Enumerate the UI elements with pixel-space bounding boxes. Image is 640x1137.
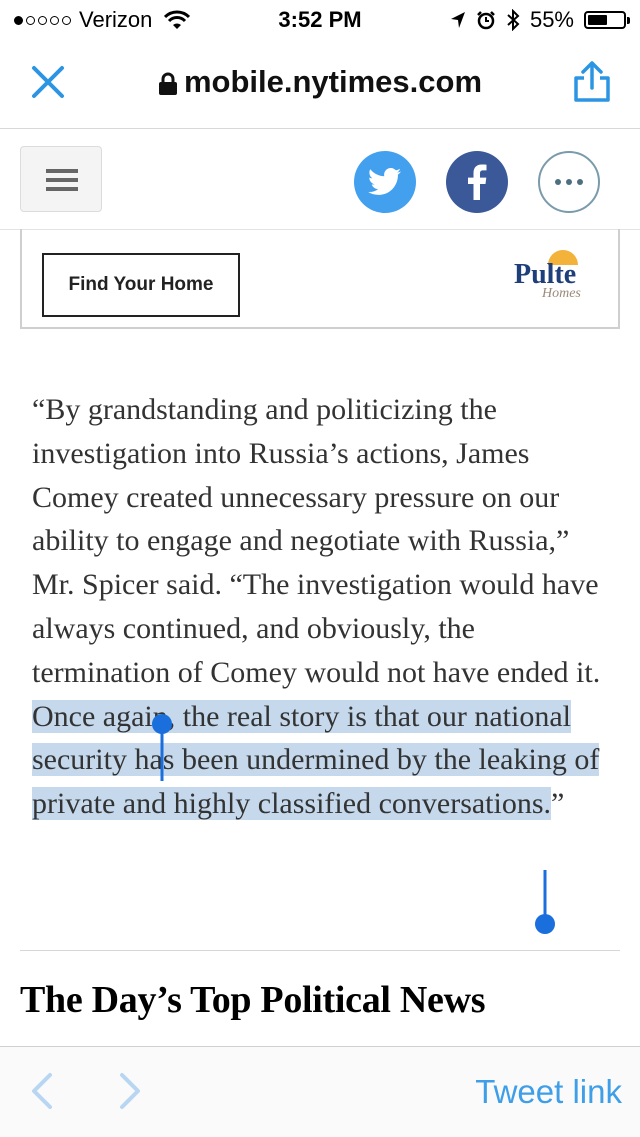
twitter-bird-icon xyxy=(368,168,402,195)
advertisement-banner[interactable]: Find Your Home Pulte Homes xyxy=(20,229,620,329)
twitter-share-button[interactable] xyxy=(354,151,416,213)
lock-icon xyxy=(158,72,177,95)
battery-level-fill xyxy=(588,15,607,25)
ellipsis-dot xyxy=(566,179,572,185)
svg-text:Homes: Homes xyxy=(541,286,581,301)
ellipsis-dot xyxy=(555,179,561,185)
battery-percentage: 55% xyxy=(529,7,574,32)
location-arrow-icon xyxy=(450,12,465,28)
battery-icon xyxy=(584,11,630,29)
closing-quote: ” xyxy=(551,787,565,821)
section-divider xyxy=(20,950,620,951)
selection-end-handle[interactable] xyxy=(533,868,557,938)
menu-button[interactable] xyxy=(20,146,102,212)
status-bar: Verizon 3:52 PM 55% xyxy=(0,0,640,40)
url-display[interactable]: mobile.nytimes.com xyxy=(0,64,640,100)
tweet-link-button[interactable]: Tweet link xyxy=(475,1073,622,1111)
facebook-share-button[interactable] xyxy=(446,151,508,213)
ellipsis-dot xyxy=(577,179,583,185)
browser-url-bar: mobile.nytimes.com xyxy=(0,40,640,129)
forward-chevron-icon[interactable] xyxy=(116,1071,144,1111)
more-options-button[interactable] xyxy=(538,151,600,213)
selection-start-handle[interactable] xyxy=(150,713,174,783)
bluetooth-icon xyxy=(507,9,520,31)
article-text: “By grandstanding and politicizing the i… xyxy=(32,393,601,689)
article-body: “By grandstanding and politicizing the i… xyxy=(32,388,618,826)
facebook-f-icon xyxy=(468,164,487,200)
status-right: 55% xyxy=(450,7,630,33)
article-toolbar xyxy=(0,129,640,230)
bottom-toolbar: Tweet link xyxy=(0,1046,640,1137)
url-text: mobile.nytimes.com xyxy=(183,64,483,99)
section-heading: The Day’s Top Political News xyxy=(20,979,486,1021)
back-chevron-icon[interactable] xyxy=(28,1071,56,1111)
pulte-homes-logo: Pulte Homes xyxy=(514,250,581,301)
share-icon[interactable] xyxy=(572,60,612,104)
find-your-home-button[interactable]: Find Your Home xyxy=(42,253,240,317)
selected-text[interactable]: Once again, the real story is that our n… xyxy=(32,699,600,821)
alarm-clock-icon xyxy=(477,11,495,30)
article-paragraph: “By grandstanding and politicizing the i… xyxy=(32,388,618,826)
